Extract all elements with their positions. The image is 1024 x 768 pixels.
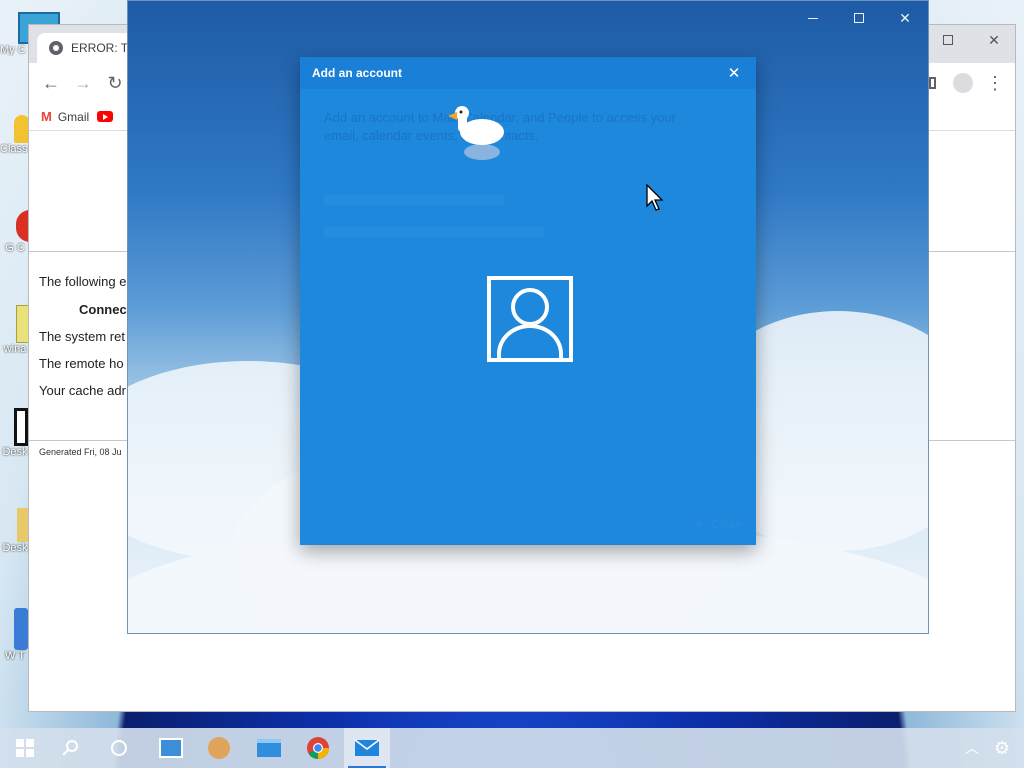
desktop-icon-label: wina [3,343,27,355]
task-view-button[interactable] [96,728,142,768]
start-button[interactable] [2,728,48,768]
control-panel-icon [159,738,183,758]
close-icon: ✕ [727,65,741,82]
explorer-icon [257,739,281,757]
chrome-icon [307,737,329,759]
start-icon [16,739,34,757]
menu-button[interactable]: ⋮ [981,69,1009,97]
forward-button[interactable]: → [69,69,97,97]
taskbar-chrome[interactable] [295,728,341,768]
desktop-icon-chrome[interactable]: G C [0,210,30,254]
youtube-icon [97,111,114,122]
taskbar-mail[interactable] [344,728,390,768]
minimize-icon [808,17,818,19]
goose-icon [448,106,504,160]
qr-file-icon [14,408,28,446]
desktop-icon-my-computer[interactable]: My C [0,12,60,56]
person-body-shape [497,324,563,358]
account-option-placeholder [324,195,504,205]
generated-footer: Generated Fri, 08 Ju [39,447,122,457]
bookmark-youtube[interactable] [97,111,114,122]
shortcut-icon [14,608,28,650]
mail-minimize-button[interactable] [790,3,836,33]
task-view-icon [111,740,127,756]
back-arrow-icon: ← [42,72,60,93]
mail-close-button[interactable]: ✕ [882,3,928,33]
dialog-description: Add an account to Mail, Calendar, and Pe… [324,110,676,143]
close-icon: ✕ [899,9,911,26]
dialog-close-button[interactable]: ✕ [724,63,744,83]
bookmark-label: Gmail [57,109,90,124]
dialog-title: Add an account [312,66,403,80]
maximize-icon [943,35,953,45]
tray-settings-button[interactable]: ⚙ [982,728,1022,768]
maximize-icon [854,13,864,23]
forward-arrow-icon: → [74,72,92,93]
error-text: Your cache adr [39,383,126,398]
cursor-icon [646,184,664,211]
close-icon: ✕ [694,518,704,530]
reload-icon: ↻ [107,72,123,93]
close-icon: ✕ [988,31,1000,48]
users-icon [208,737,230,759]
desktop-icon-label: W T [5,650,25,662]
account-option-placeholder [324,227,544,237]
taskbar-control-panel[interactable] [148,728,194,768]
bookmark-gmail[interactable]: M Gmail [41,109,89,124]
error-text: The remote ho [39,356,124,371]
close-button[interactable]: ✕ [971,25,1017,55]
error-text: The following e [39,274,127,289]
reload-button[interactable]: ↻ [101,69,129,97]
maximize-button[interactable] [925,25,971,55]
desktop-icon-wt[interactable]: W T [0,608,30,662]
taskbar: ︿ ⚙ [0,728,1024,768]
desktop-icon-label: Class [0,143,28,155]
avatar-icon [953,73,973,93]
globe-icon [49,41,63,55]
tab-title: ERROR: Th [71,41,135,55]
desktop-icon-label: Desk [2,542,28,554]
desktop-icon-winrar[interactable]: wina [0,305,30,355]
desktop-icon-label: My C [0,44,26,56]
person-icon [487,276,573,362]
person-head-shape [511,288,549,326]
kebab-menu-icon: ⋮ [986,72,1004,93]
dialog-close-text-button[interactable]: Close [711,517,742,531]
add-account-dialog: Add an account ✕ Add an account to Mail,… [300,57,756,545]
gmail-icon: M [41,109,52,124]
mail-maximize-button[interactable] [836,3,882,33]
taskbar-users[interactable] [196,728,242,768]
desktop-icon-desk-1[interactable]: Desk [0,408,30,458]
desktop-icon-desk-2[interactable]: Desk [0,508,30,554]
taskbar-explorer[interactable] [246,728,292,768]
error-text: The system ret [39,329,125,344]
desktop-icon-label: Desk [2,446,28,458]
back-button[interactable]: ← [37,69,65,97]
mail-icon [354,739,380,756]
desktop-icon-label: G C [5,242,25,254]
profile-button[interactable] [949,69,977,97]
error-heading: Connec [79,302,127,317]
gear-icon: ⚙ [993,737,1011,758]
search-button[interactable] [48,728,94,768]
dialog-footer: ✕ Close [695,517,742,531]
search-icon [62,740,78,756]
dialog-title-bar: Add an account [300,57,756,89]
chevron-up-icon: ︿ [965,740,979,756]
desktop-icon-classroom[interactable]: Class [0,115,30,155]
